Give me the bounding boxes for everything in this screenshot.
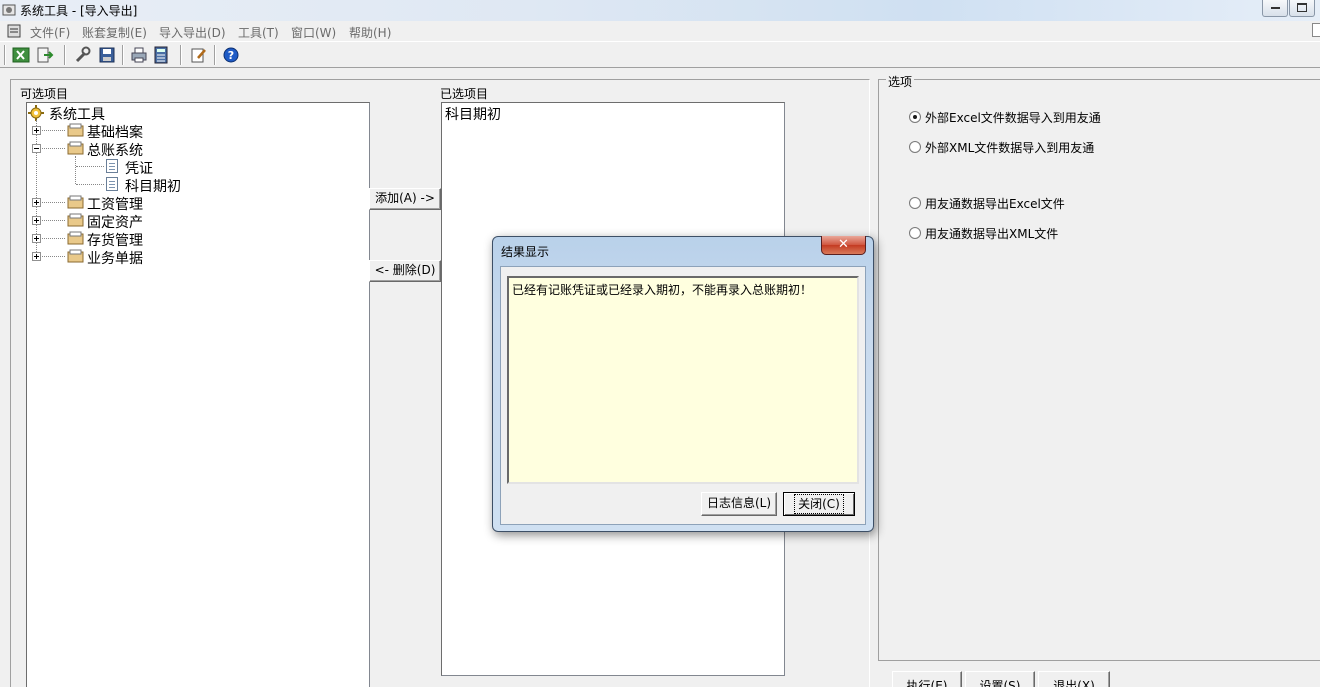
menu-tools[interactable]: 工具(T) (238, 24, 279, 41)
folder-icon (67, 213, 84, 227)
tree-item-general-ledger[interactable]: 总账系统 (27, 139, 327, 159)
maximize-icon (1297, 3, 1307, 12)
folder-icon (67, 123, 84, 137)
toolbar-separator (122, 45, 124, 65)
print-icon[interactable] (130, 46, 148, 64)
toolbar: ? (0, 41, 1320, 68)
radio-import-excel-label[interactable]: 外部Excel文件数据导入到用友通 (925, 109, 1101, 126)
svg-text:?: ? (228, 49, 234, 62)
expand-icon[interactable] (32, 198, 41, 207)
radio-import-xml-label[interactable]: 外部XML文件数据导入到用友通 (925, 139, 1094, 156)
help-icon[interactable]: ? (222, 46, 240, 64)
radio-export-excel-label[interactable]: 用友通数据导出Excel文件 (925, 195, 1065, 212)
dialog-body: 已经有记账凭证或已经录入期初，不能再录入总账期初！ 日志信息(L) 关闭(C) (500, 266, 866, 525)
maximize-button[interactable] (1289, 0, 1315, 17)
tools-icon[interactable] (74, 46, 92, 64)
export-icon[interactable] (36, 46, 54, 64)
minimize-button[interactable] (1262, 0, 1288, 17)
dialog-close-button[interactable]: ✕ (821, 236, 866, 255)
toolbar-separator (180, 45, 182, 65)
edit-icon[interactable] (190, 46, 208, 64)
toolbar-separator (214, 45, 216, 65)
tree-item-fixed-assets[interactable]: 固定资产 (27, 211, 327, 231)
app-icon (2, 4, 16, 16)
tree-item-basic-archives[interactable]: 基础档案 (27, 121, 327, 141)
expand-icon[interactable] (32, 216, 41, 225)
document-icon (106, 159, 118, 173)
expand-icon[interactable] (32, 126, 41, 135)
message-box[interactable]: 已经有记账凭证或已经录入期初，不能再录入总账期初！ (507, 276, 859, 484)
menu-bar: 文件(F) 账套复制(E) 导入导出(D) 工具(T) 窗口(W) 帮助(H) (0, 21, 1320, 41)
tree-root[interactable]: 系统工具 (27, 103, 327, 123)
settings-button[interactable]: 设置(S) (965, 671, 1035, 687)
expand-icon[interactable] (32, 234, 41, 243)
folder-icon (67, 231, 84, 245)
document-window-icon[interactable] (7, 24, 21, 38)
tree-item-voucher[interactable]: 凭证 (27, 157, 327, 177)
tree-item-payroll[interactable]: 工资管理 (27, 193, 327, 213)
close-icon: ✕ (838, 237, 849, 252)
result-message: 已经有记账凭证或已经录入期初，不能再录入总账期初！ (512, 283, 813, 297)
mdi-restore-button[interactable] (1312, 23, 1320, 37)
log-info-button[interactable]: 日志信息(L) (701, 492, 777, 516)
save-icon[interactable] (98, 46, 116, 64)
tree-item-opening-balance[interactable]: 科目期初 (27, 175, 327, 195)
available-tree[interactable]: 系统工具 基础档案 总账系统 凭证 科目期初 工资管理 固定资产 存货管理 业务… (26, 102, 370, 687)
radio-export-xml[interactable] (909, 227, 921, 239)
folder-icon (67, 141, 84, 155)
exit-button[interactable]: 退出(X) (1038, 671, 1110, 687)
dialog-title: 结果显示 (501, 245, 550, 259)
tree-item-business-docs[interactable]: 业务单据 (27, 247, 327, 267)
radio-import-excel[interactable] (909, 111, 921, 123)
radio-export-excel[interactable] (909, 197, 921, 209)
folder-icon (67, 249, 84, 263)
menu-copy-account[interactable]: 账套复制(E) (82, 24, 147, 41)
close-button[interactable]: 关闭(C) (783, 492, 855, 516)
radio-import-xml[interactable] (909, 141, 921, 153)
tree-item-inventory[interactable]: 存货管理 (27, 229, 327, 249)
result-dialog: 结果显示 ✕ 已经有记账凭证或已经录入期初，不能再录入总账期初！ 日志信息(L)… (492, 236, 874, 532)
execute-button[interactable]: 执行(E) (892, 671, 962, 687)
minimize-icon (1271, 7, 1280, 9)
menu-import-export[interactable]: 导入导出(D) (159, 24, 226, 41)
toolbar-separator (64, 45, 66, 65)
window-title: 系统工具 - [导入导出] (20, 4, 138, 18)
options-label: 选项 (886, 73, 915, 90)
expand-icon[interactable] (32, 252, 41, 261)
toolbar-separator (4, 45, 6, 65)
available-label: 可选项目 (20, 87, 69, 101)
excel-icon[interactable] (12, 46, 30, 64)
close-button-label: 关闭(C) (794, 494, 844, 514)
selected-label: 已选项目 (440, 87, 489, 101)
add-button[interactable]: 添加(A) -> (369, 188, 441, 210)
menu-window[interactable]: 窗口(W) (291, 24, 336, 41)
folder-icon (67, 195, 84, 209)
options-panel: 选项 外部Excel文件数据导入到用友通 外部XML文件数据导入到用友通 用友通… (878, 73, 1320, 661)
title-bar: 系统工具 - [导入导出] (0, 0, 1320, 21)
menu-file[interactable]: 文件(F) (30, 24, 70, 41)
document-icon (106, 177, 118, 191)
radio-export-xml-label[interactable]: 用友通数据导出XML文件 (925, 225, 1058, 242)
collapse-icon[interactable] (32, 144, 41, 153)
system-tools-icon (28, 105, 44, 121)
menu-help[interactable]: 帮助(H) (349, 24, 391, 41)
calculator-icon[interactable] (152, 46, 170, 64)
remove-button[interactable]: <- 删除(D) (369, 260, 441, 282)
selected-item[interactable]: 科目期初 (445, 103, 745, 123)
